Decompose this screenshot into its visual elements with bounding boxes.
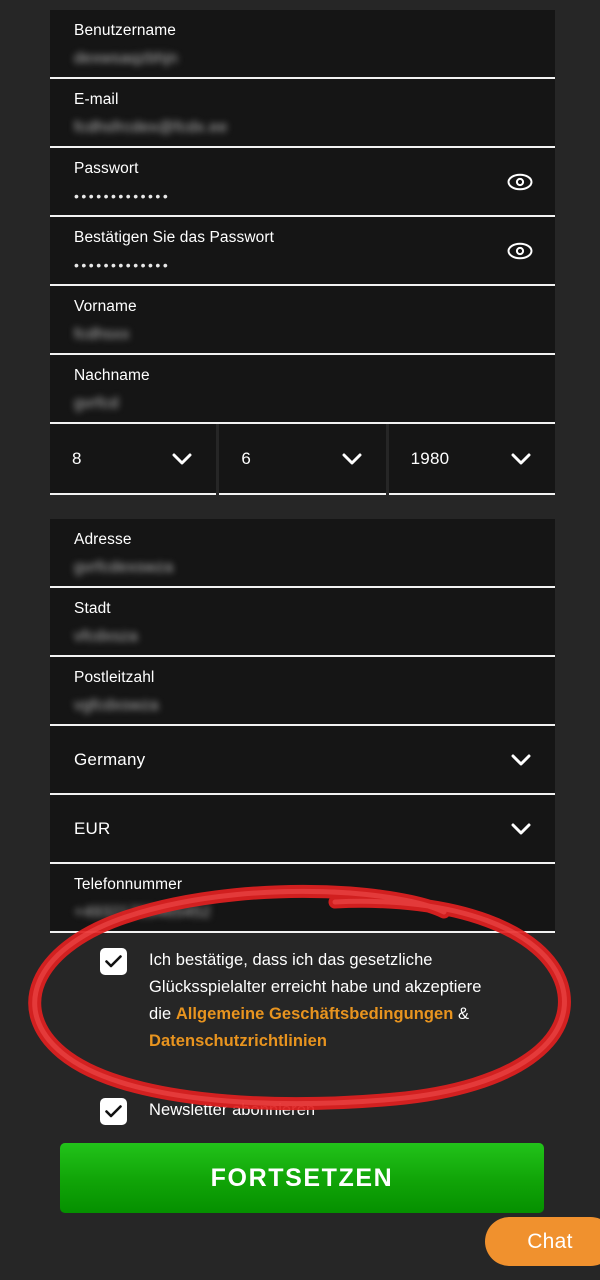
field-value-password: ••••••••••••• <box>74 188 171 204</box>
field-value-address: gvrfcdexswza <box>74 559 174 576</box>
continue-button[interactable]: FORTSETZEN <box>60 1143 544 1213</box>
terms-checkbox-row[interactable]: Ich bestätige, dass ich das gesetzliche … <box>100 947 500 1055</box>
birthdate-day-select[interactable]: 8 <box>50 424 217 495</box>
field-phone[interactable]: Telefonnummer +49321709465452 <box>50 864 555 933</box>
terms-separator: & <box>453 1005 470 1023</box>
chevron-down-icon <box>342 453 362 465</box>
field-label-phone: Telefonnummer <box>74 876 183 893</box>
field-label-username: Benutzername <box>74 22 177 39</box>
field-label-firstname: Vorname <box>74 298 137 315</box>
terms-and-conditions-link[interactable]: Allgemeine Geschäftsbedingungen <box>176 1005 454 1023</box>
field-value-city: vfcdxsza <box>74 628 138 645</box>
country-value: Germany <box>74 749 146 769</box>
currency-value: EUR <box>74 818 111 838</box>
address-fields-group: Adresse gvrfcdexswza Stadt vfcdxsza Post… <box>50 519 555 933</box>
field-firstname[interactable]: Vorname fcdhsxx <box>50 286 555 355</box>
country-select[interactable]: Germany <box>50 726 555 795</box>
eye-icon[interactable] <box>507 242 533 260</box>
chevron-down-icon <box>511 823 531 835</box>
field-confirm-password[interactable]: Bestätigen Sie das Passwort ••••••••••••… <box>50 217 555 286</box>
field-label-city: Stadt <box>74 600 111 617</box>
field-password[interactable]: Passwort ••••••••••••• <box>50 148 555 217</box>
newsletter-label: Newsletter abonnieren <box>149 1101 316 1119</box>
field-value-firstname: fcdhsxx <box>74 326 130 343</box>
field-label-address: Adresse <box>74 531 132 548</box>
terms-checkbox[interactable] <box>100 948 127 975</box>
terms-text: Ich bestätige, dass ich das gesetzliche … <box>149 947 500 1055</box>
birthdate-year-select[interactable]: 1980 <box>388 424 555 495</box>
birthdate-year-value: 1980 <box>410 448 450 468</box>
field-username[interactable]: Benutzername dexwsaqzbhjn <box>50 10 555 79</box>
birthdate-row: 8 6 1980 <box>50 424 555 495</box>
field-city[interactable]: Stadt vfcdxsza <box>50 588 555 657</box>
birthdate-month-select[interactable]: 6 <box>219 424 386 495</box>
birthdate-day-value: 8 <box>72 448 82 468</box>
registration-screen: Benutzername dexwsaqzbhjn E-mail fcdhsfr… <box>0 0 600 1280</box>
account-fields-group: Benutzername dexwsaqzbhjn E-mail fcdhsfr… <box>50 10 555 424</box>
field-address[interactable]: Adresse gvrfcdexswza <box>50 519 555 588</box>
field-email[interactable]: E-mail fcdhsfrcdex@fcdx.ee <box>50 79 555 148</box>
field-value-postcode: vgfcdxswza <box>74 697 159 714</box>
field-value-phone: +49321709465452 <box>74 904 211 921</box>
eye-icon[interactable] <box>507 173 533 191</box>
newsletter-checkbox[interactable] <box>100 1098 127 1125</box>
chevron-down-icon <box>511 754 531 766</box>
chat-button[interactable]: Chat <box>485 1217 600 1266</box>
field-label-email: E-mail <box>74 91 119 108</box>
chevron-down-icon <box>511 453 531 465</box>
newsletter-checkbox-row[interactable]: Newsletter abonnieren <box>100 1097 500 1125</box>
chevron-down-icon <box>172 453 192 465</box>
chat-label: Chat <box>527 1229 573 1253</box>
field-value-username: dexwsaqzbhjn <box>74 50 178 67</box>
field-label-lastname: Nachname <box>74 367 150 384</box>
field-value-lastname: gvrfcd <box>74 395 119 412</box>
field-postcode[interactable]: Postleitzahl vgfcdxswza <box>50 657 555 726</box>
field-lastname[interactable]: Nachname gvrfcd <box>50 355 555 424</box>
field-value-email: fcdhsfrcdex@fcdx.ee <box>74 119 228 136</box>
field-value-confirm-password: ••••••••••••• <box>74 257 171 273</box>
currency-select[interactable]: EUR <box>50 795 555 864</box>
field-label-password: Passwort <box>74 160 139 177</box>
privacy-policy-link[interactable]: Datenschutzrichtlinien <box>149 1032 327 1050</box>
field-label-confirm-password: Bestätigen Sie das Passwort <box>74 229 274 246</box>
field-label-postcode: Postleitzahl <box>74 669 155 686</box>
birthdate-month-value: 6 <box>241 448 251 468</box>
